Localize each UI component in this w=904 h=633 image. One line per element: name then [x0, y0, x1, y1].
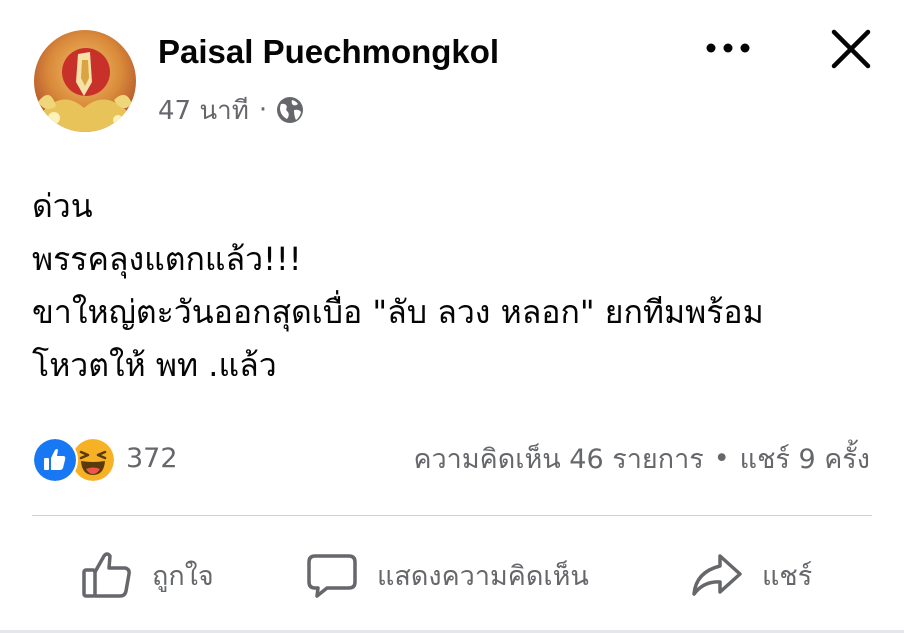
comment-icon — [307, 554, 357, 598]
close-button[interactable] — [826, 24, 876, 74]
reactions-summary[interactable]: 372 — [32, 434, 178, 483]
more-dots-icon — [706, 43, 750, 53]
post-text-line: ด่วน — [32, 187, 93, 225]
author-name[interactable]: Paisal Puechmongkol — [158, 30, 499, 74]
post-timestamp[interactable]: 47 นาที — [158, 90, 249, 131]
avatar-image — [34, 30, 136, 132]
facebook-post: Paisal Puechmongkol 47 นาที · ด่วน พรรคล… — [0, 0, 904, 633]
globe-icon — [277, 97, 304, 123]
like-icon — [82, 552, 131, 598]
like-reaction-icon — [32, 437, 78, 483]
like-label: ถูกใจ — [152, 560, 214, 592]
share-count-link[interactable]: แชร์ 9 ครั้ง — [740, 437, 870, 480]
post-text-line: โหวตให้ พท .แล้ว — [32, 346, 277, 384]
comment-button[interactable]: แสดงความคิดเห็น — [305, 540, 589, 610]
like-button[interactable]: ถูกใจ — [80, 540, 214, 610]
post-text-line: ขาใหญ่ตะวันออกสุดเบื่อ "ลับ ลวง หลอก" ยก… — [32, 293, 764, 331]
engagement-counts: ความคิดเห็น 46 รายการ • แชร์ 9 ครั้ง — [413, 434, 870, 482]
author-avatar[interactable] — [34, 30, 136, 132]
share-icon — [692, 554, 742, 596]
counts-separator: • — [713, 442, 730, 474]
reaction-count: 372 — [126, 442, 178, 474]
post-action-bar: ถูกใจ แสดงความคิดเห็น แชร์ — [0, 540, 904, 610]
more-options-button[interactable] — [700, 30, 756, 66]
reaction-icons — [32, 436, 120, 483]
comment-label: แสดงความคิดเห็น — [377, 560, 589, 592]
post-body: ด่วน พรรคลุงแตกแล้ว!!! ขาใหญ่ตะวันออกสุด… — [32, 180, 882, 392]
meta-separator: · — [258, 95, 268, 125]
post-meta: 47 นาที · — [158, 90, 305, 130]
share-button[interactable]: แชร์ — [690, 540, 812, 610]
share-label: แชร์ — [762, 560, 813, 592]
comment-count-link[interactable]: ความคิดเห็น 46 รายการ — [413, 437, 703, 480]
post-text-line: พรรคลุงแตกแล้ว!!! — [32, 240, 302, 278]
divider — [32, 515, 872, 516]
close-icon — [831, 29, 871, 69]
